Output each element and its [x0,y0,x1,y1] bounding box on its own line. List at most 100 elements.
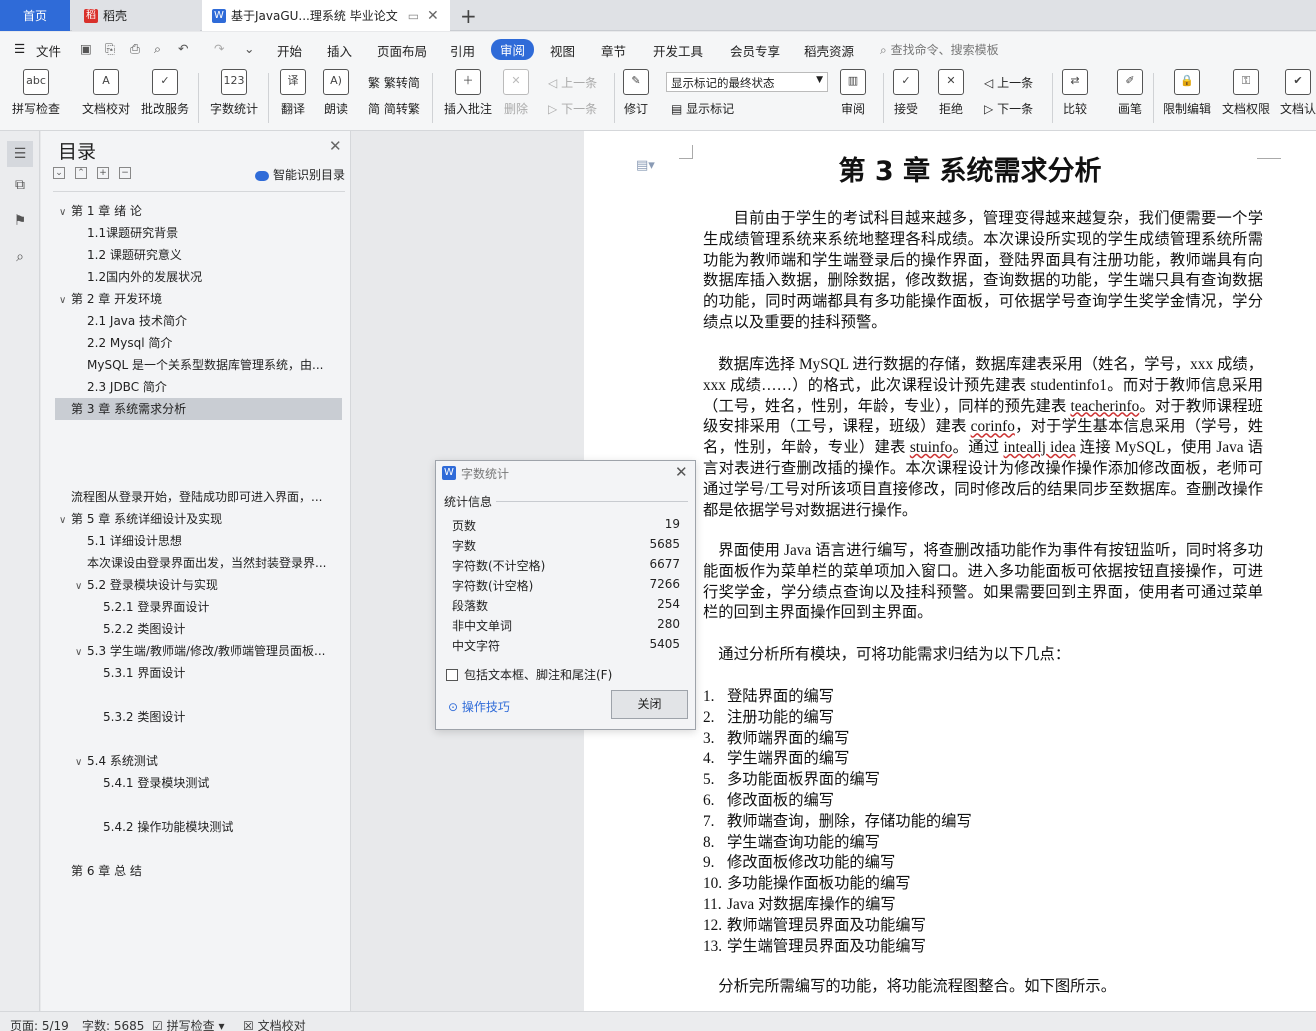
print-icon[interactable]: ⎙ [130,41,140,57]
word-count-button[interactable]: 123 字数统计 [210,69,258,117]
menu-member[interactable]: 会员专享 [730,41,780,60]
toc-close-icon[interactable]: ✕ [329,137,342,155]
toc-item[interactable]: 第 6 章 总 结 [55,860,342,882]
translate-button[interactable]: 译翻译 [280,69,306,117]
toc-item[interactable]: 1.2 课题研究意义 [55,244,342,266]
tab-monitor-icon[interactable]: ▭ [408,9,419,23]
toc-caret-icon[interactable]: ∨ [75,642,87,662]
toc-caret-icon[interactable]: ∨ [59,510,71,530]
menu-file[interactable]: 文件 [36,41,61,60]
menu-insert[interactable]: 插入 [327,41,352,60]
more-chevron-icon[interactable]: ⌄ [244,41,254,56]
trad-to-simp-button[interactable]: 繁 繁转简 [368,74,420,91]
read-aloud-button[interactable]: A) 朗读 [323,69,349,117]
revise-button[interactable]: ✎ 修订 [623,69,649,117]
review-pane-button[interactable]: ▥ 审阅 [840,69,866,117]
page-indicator[interactable]: 页面: 5/19 [10,1017,69,1031]
prev-comment-button[interactable]: ◁ 上一条 [548,74,597,91]
show-marks-button[interactable]: ▤ 显示标记 [671,100,734,117]
toc-remove-icon[interactable]: − [119,167,131,179]
print-preview-icon[interactable]: ⌕ [154,41,161,57]
tab-document[interactable]: W 基于JavaGU...理系统 毕业论文 ▭ ✕ [202,0,450,31]
toc-item[interactable]: 5.2.1 登录界面设计 [55,596,342,618]
hamburger-icon[interactable]: ☰ [14,41,25,56]
search-panel-icon[interactable]: ⌕ [11,249,29,267]
tab-close-icon[interactable]: ✕ [427,8,439,24]
toc-add-icon[interactable]: + [97,167,109,179]
toc-caret-icon[interactable]: ∨ [75,752,87,772]
spellcheck-button[interactable]: abc 拼写检查 [12,69,60,117]
bookmark-icon[interactable]: ⚑ [11,213,29,231]
toc-item[interactable]: ∨ 5.4 系统测试 [55,750,342,772]
toc-item[interactable]: ∨ 第 2 章 开发环境 [55,288,342,310]
accept-button[interactable]: ✓ 接受 [893,69,919,117]
toc-item[interactable]: ∨ 第 1 章 绪 论 [55,200,342,222]
compare-button[interactable]: ⇄ 比较 [1062,69,1088,117]
dialog-titlebar[interactable]: W 字数统计 ✕ [436,461,695,485]
toc-expand-all-icon[interactable]: ⌃ [75,167,87,179]
menu-view[interactable]: 视图 [550,41,575,60]
doc-check-button[interactable]: A 文档校对 [82,69,130,117]
toc-item[interactable]: 2.2 Mysql 简介 [55,332,342,354]
toc-item[interactable]: 5.4.2 操作功能模块测试 [55,816,342,838]
simp-to-trad-button[interactable]: 简 简转繁 [368,100,420,117]
menu-page-layout[interactable]: 页面布局 [377,41,427,60]
smart-toc-button[interactable]: 智能识别目录 [255,166,345,183]
toc-caret-icon[interactable]: ∨ [59,290,71,310]
toc-item[interactable]: 第 3 章 系统需求分析 [55,398,342,420]
dialog-close-button[interactable]: 关闭 [611,690,688,719]
page-options-icon[interactable]: ▤▾ [636,158,655,173]
toc-item[interactable]: 5.3.1 界面设计 [55,662,342,684]
dialog-close-icon[interactable]: ✕ [675,463,688,481]
toc-item[interactable]: 2.1 Java 技术简介 [55,310,342,332]
menu-start[interactable]: 开始 [277,41,302,60]
toc-panel-icon[interactable]: ☰ [7,141,33,167]
word-count-indicator[interactable]: 字数: 5685 [82,1017,144,1031]
doc-rights-button[interactable]: ⚿ 文档权限 [1222,69,1270,117]
tips-link[interactable]: ⊙ 操作技巧 [448,698,510,715]
annotate-service-button[interactable]: ✓ 批改服务 [141,69,189,117]
brush-button[interactable]: ✐ 画笔 [1117,69,1143,117]
status-spellcheck[interactable]: ☑ 拼写检查 ▾ [152,1017,224,1031]
toc-collapse-all-icon[interactable]: ⌄ [53,167,65,179]
tab-daoke[interactable]: 稻 稻壳 [72,0,200,31]
menu-reference[interactable]: 引用 [450,41,475,60]
tab-home[interactable]: 首页 [0,0,70,31]
menu-section[interactable]: 章节 [601,41,626,60]
next-comment-button[interactable]: ▷ 下一条 [548,100,597,117]
menu-dev-tools[interactable]: 开发工具 [653,41,703,60]
menu-daoke-resources[interactable]: 稻壳资源 [804,41,854,60]
toc-item[interactable]: ∨ 5.2 登录模块设计与实现 [55,574,342,596]
navigation-icon[interactable]: ⧉ [11,177,29,195]
insert-comment-button[interactable]: ＋ 插入批注 [444,69,492,117]
toc-item[interactable]: 流程图从登录开始，登陆成功即可进入界面，... [55,486,342,508]
toc-item[interactable]: 5.4.1 登录模块测试 [55,772,342,794]
toc-item[interactable]: 2.3 JDBC 简介 [55,376,342,398]
menu-review[interactable]: 审阅 [491,39,535,60]
toc-caret-icon[interactable]: ∨ [59,202,71,222]
reject-button[interactable]: ✕ 拒绝 [938,69,964,117]
save-icon[interactable]: ▣ [80,41,92,56]
toc-item[interactable]: MySQL 是一个关系型数据库管理系统，由... [55,354,342,376]
new-tab-icon[interactable]: + [460,4,477,28]
restrict-edit-button[interactable]: 🔒 限制编辑 [1163,69,1211,117]
toc-item[interactable]: ∨ 第 5 章 系统详细设计及实现 [55,508,342,530]
export-pdf-icon[interactable]: ⎘ [105,41,115,57]
toc-item[interactable]: 1.2国内外的发展状况 [55,266,342,288]
toc-caret-icon[interactable]: ∨ [75,576,87,596]
redo-icon[interactable]: ↷ [214,41,224,56]
next-change-button[interactable]: ▷ 下一条 [984,100,1033,117]
toc-item[interactable]: 5.2.2 类图设计 [55,618,342,640]
toc-item[interactable]: ∨ 5.3 学生端/教师端/修改/教师端管理员面板... [55,640,342,662]
checkbox-box[interactable] [446,668,458,681]
include-footnotes-checkbox[interactable]: 包括文本框、脚注和尾注(F) [446,666,612,683]
undo-icon[interactable]: ↶ [178,41,188,56]
delete-comment-button[interactable]: ✕ 删除 [503,69,529,117]
track-state-select[interactable]: 显示标记的最终状态 ▼ [666,72,828,92]
toc-item[interactable]: 1.1课题研究背景 [55,222,342,244]
command-search[interactable]: ⌕ 查找命令、搜索模板 [880,41,999,58]
toc-item[interactable]: 5.3.2 类图设计 [55,706,342,728]
status-doc-check[interactable]: ☒ 文档校对 [243,1017,306,1031]
toc-item[interactable]: 本次课设由登录界面出发，当然封装登录界... [55,552,342,574]
prev-change-button[interactable]: ◁ 上一条 [984,74,1033,91]
